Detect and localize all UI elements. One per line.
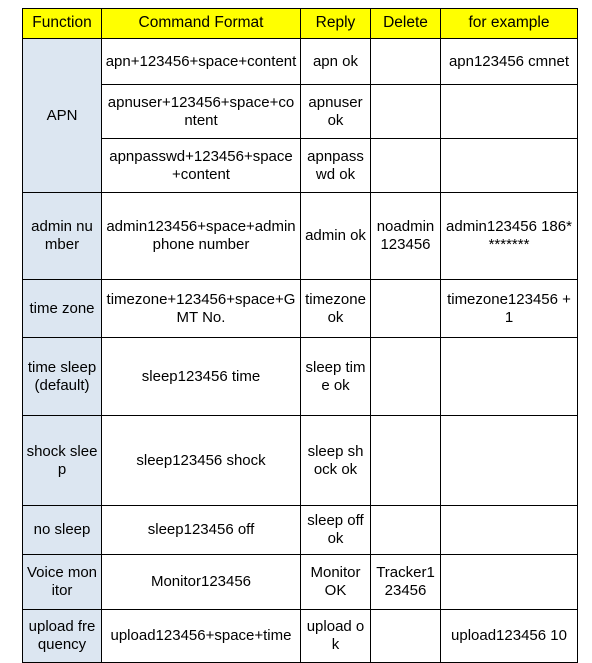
table-header: Function Command Format Reply Delete for… — [22, 8, 578, 39]
table-row: upload frequency upload123456+space+time… — [22, 609, 578, 663]
delete-cell — [370, 84, 441, 139]
table-row: Voice monitor Monitor123456 Monitor OK T… — [22, 554, 578, 610]
reply-cell: Monitor OK — [300, 554, 371, 610]
column-header-for-example: for example — [440, 8, 578, 39]
command-cell: apnpasswd+123456+space+content — [101, 138, 301, 193]
example-cell: upload123456 10 — [440, 609, 578, 663]
sheet-canvas: Function Command Format Reply Delete for… — [0, 0, 592, 663]
command-cell: apnuser+123456+space+content — [101, 84, 301, 139]
delete-cell — [370, 505, 441, 555]
reply-cell: timezone ok — [300, 279, 371, 338]
example-cell — [440, 415, 578, 506]
table-row: no sleep sleep123456 off sleep off ok — [22, 505, 578, 555]
command-cell: upload123456+space+time — [101, 609, 301, 663]
table-row: APN apn+123456+space+content apn ok apn1… — [22, 38, 578, 193]
delete-cell — [370, 415, 441, 506]
delete-cell — [370, 138, 441, 193]
delete-cell — [370, 609, 441, 663]
function-cell-admin-number: admin number — [22, 192, 102, 280]
example-cell — [440, 138, 578, 193]
delete-cell: noadmin123456 — [370, 192, 441, 280]
example-cell — [440, 554, 578, 610]
command-cell: sleep123456 shock — [101, 415, 301, 506]
reply-cell: upload ok — [300, 609, 371, 663]
table-row: apnuser+123456+space+content apnuser ok — [23, 84, 578, 139]
table-body: APN apn+123456+space+content apn ok apn1… — [22, 38, 578, 663]
column-header-command-format: Command Format — [101, 8, 301, 39]
column-header-delete: Delete — [370, 8, 441, 39]
command-cell: timezone+123456+space+GMT No. — [101, 279, 301, 338]
reply-cell: sleep off ok — [300, 505, 371, 555]
command-cell: Monitor123456 — [101, 554, 301, 610]
table-header-row: Function Command Format Reply Delete for… — [22, 8, 578, 39]
reply-cell: apnpasswd ok — [300, 138, 371, 193]
delete-cell: Tracker123456 — [370, 554, 441, 610]
function-cell-shock-sleep: shock sleep — [22, 415, 102, 506]
reply-cell: apnuser ok — [300, 84, 371, 139]
column-header-reply: Reply — [300, 8, 371, 39]
function-cell-voice-monitor: Voice monitor — [22, 554, 102, 610]
table-row: time sleep(default) sleep123456 time sle… — [22, 337, 578, 416]
command-cell: apn+123456+space+content — [101, 38, 301, 85]
reply-cell: sleep time ok — [300, 337, 371, 416]
column-header-function: Function — [22, 8, 102, 39]
reply-cell: admin ok — [300, 192, 371, 280]
example-cell: apn123456 cmnet — [440, 38, 578, 85]
table-row: time zone timezone+123456+space+GMT No. … — [22, 279, 578, 338]
function-cell-apn: APN — [22, 38, 102, 193]
reply-cell: sleep shock ok — [300, 415, 371, 506]
example-cell — [440, 84, 578, 139]
delete-cell — [370, 337, 441, 416]
function-cell-no-sleep: no sleep — [22, 505, 102, 555]
function-cell-time-sleep: time sleep(default) — [22, 337, 102, 416]
table-row: apnpasswd+123456+space+content apnpasswd… — [23, 138, 578, 193]
delete-cell — [370, 279, 441, 338]
command-cell: sleep123456 off — [101, 505, 301, 555]
example-cell — [440, 337, 578, 416]
example-cell: timezone123456 +1 — [440, 279, 578, 338]
command-cell: admin123456+space+admin phone number — [101, 192, 301, 280]
sms-command-table: Function Command Format Reply Delete for… — [22, 8, 578, 663]
example-cell — [440, 505, 578, 555]
reply-cell: apn ok — [300, 38, 371, 85]
function-cell-upload-frequency: upload frequency — [22, 609, 102, 663]
function-cell-time-zone: time zone — [22, 279, 102, 338]
example-cell: admin123456 186******** — [440, 192, 578, 280]
command-cell: sleep123456 time — [101, 337, 301, 416]
table-row: shock sleep sleep123456 shock sleep shoc… — [22, 415, 578, 506]
delete-cell — [370, 38, 441, 85]
table-row: admin number admin123456+space+admin pho… — [22, 192, 578, 280]
